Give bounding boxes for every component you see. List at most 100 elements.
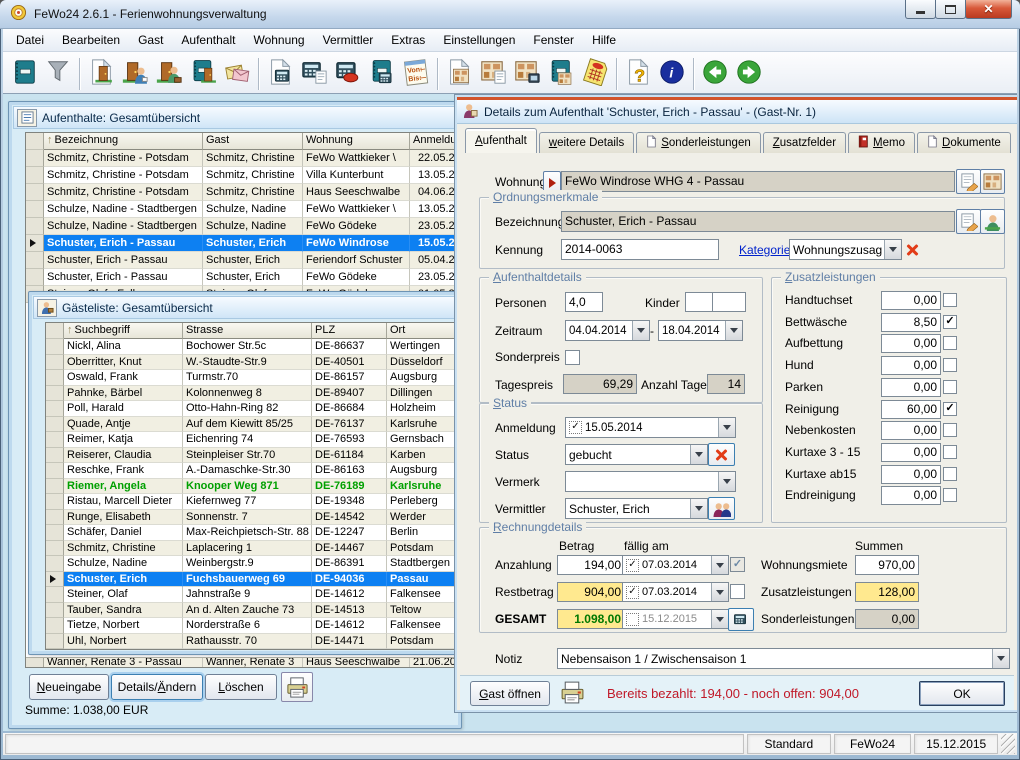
table-row[interactable]: Schäfer, DanielMax-Reichpietsch-Str. 88D… (46, 525, 459, 541)
zusatz-value-0[interactable]: 0,00 (881, 291, 941, 310)
column-header-anmeldung[interactable]: Anmeldung (410, 133, 457, 150)
toolbar-info-button[interactable]: i (655, 56, 689, 92)
print-details-button[interactable] (557, 678, 587, 706)
toolbar-filter-button[interactable] (41, 56, 75, 92)
status-clear-button[interactable] (708, 443, 735, 466)
zeitraum-von-combo[interactable]: 04.04.2014 (565, 320, 650, 341)
ok-button[interactable]: OK (919, 681, 1005, 706)
wohnung-field[interactable]: FeWo Windrose WHG 4 - Passau (561, 171, 955, 192)
toolbar-guest-checkout-button[interactable] (152, 56, 186, 92)
menu-item-wohnung[interactable]: Wohnung (244, 30, 313, 50)
resize-grip[interactable] (1001, 734, 1015, 754)
rechnung-date-combo-0[interactable]: ✓07.03.2014 (622, 555, 729, 575)
table-row[interactable]: Nickl, AlinaBochower Str.5cDE-86637Werti… (46, 339, 459, 355)
toolbar-invoice-new-button[interactable] (263, 56, 297, 92)
column-header-wohnung[interactable]: Wohnung (303, 133, 410, 150)
table-row[interactable]: Tauber, SandraAn d. Alten Zauche 73DE-14… (46, 603, 459, 619)
zusatz-checkbox-8[interactable] (943, 467, 957, 481)
zusatz-value-7[interactable]: 0,00 (881, 443, 941, 462)
zusatz-value-2[interactable]: 0,00 (881, 334, 941, 353)
table-row[interactable]: Pahnke, BärbelKolonnenweg 8DE-89407Dilli… (46, 386, 459, 402)
toolbar-occupancy-plan-button[interactable] (578, 56, 612, 92)
kategorie-clear-button[interactable] (901, 241, 923, 259)
menu-item-fenster[interactable]: Fenster (524, 30, 583, 50)
table-row[interactable]: Uhl, NorbertRathausstr. 70DE-14471Potsda… (46, 634, 459, 650)
toolbar-nav-forward-button[interactable] (732, 56, 766, 92)
menu-item-einstellungen[interactable]: Einstellungen (434, 30, 524, 50)
kategorie-link[interactable]: Kategorie (739, 243, 790, 257)
zusatz-value-8[interactable]: 0,00 (881, 465, 941, 484)
rechnung-date-combo-2[interactable]: 15.12.2015 (622, 609, 729, 629)
loeschen-button[interactable]: Löschen (205, 674, 277, 700)
table-row[interactable]: Schuster, Erich - PassauSchuster, ErichF… (26, 235, 456, 252)
toolbar-apartment-new-button[interactable] (442, 56, 476, 92)
bezeichnung-edit-button[interactable] (956, 209, 981, 234)
rechnung-sum-1[interactable]: 128,00 (855, 582, 919, 602)
close-button[interactable]: ✕ (965, 0, 1012, 19)
table-row[interactable]: Schmitz, Christine - PotsdamSchmitz, Chr… (26, 184, 456, 201)
print-list-button[interactable] (281, 672, 313, 702)
kinder-field-2[interactable] (712, 292, 746, 312)
column-header-strasse[interactable]: Strasse (183, 323, 312, 339)
table-row[interactable]: Schuster, ErichFuchsbauerweg 69DE-94036P… (46, 572, 459, 588)
table-row[interactable]: Schulze, Nadine - StadtbergenSchulze, Na… (26, 201, 456, 218)
table-row[interactable]: Riemer, AngelaKnooper Weg 871DE-76189Kar… (46, 479, 459, 495)
date-checkbox[interactable]: ✓ (626, 586, 639, 599)
table-row[interactable]: Schulze, NadineWeinbergstr.9DE-86391Stad… (46, 556, 459, 572)
toolbar-date-range-button[interactable]: Von:Bis: (399, 56, 433, 92)
table-row[interactable]: Schuster, Erich - PassauSchuster, ErichF… (26, 269, 456, 286)
zusatz-checkbox-5[interactable] (943, 402, 957, 416)
toolbar-guest-stay-book-button[interactable] (186, 56, 220, 92)
zusatz-checkbox-2[interactable] (943, 336, 957, 350)
column-header-ort[interactable]: Ort (387, 323, 460, 339)
table-row[interactable]: Tietze, NorbertNorderstraße 6DE-14612Fal… (46, 618, 459, 634)
table-row[interactable]: Runge, ElisabethSonnenstr. 7DE-14542Werd… (46, 510, 459, 526)
table-row[interactable]: Schmitz, Christine - PotsdamSchmitz, Chr… (26, 150, 456, 167)
table-row[interactable]: Oswald, FrankTurmstr.70DE-86157Augsburg (46, 370, 459, 386)
rechnung-betrag-2[interactable]: 1.098,00 (557, 609, 625, 629)
rechnung-betrag-0[interactable]: 194,00 (557, 555, 625, 575)
sonderpreis-checkbox[interactable] (565, 350, 580, 365)
rechnung-side-checkbox-1[interactable] (730, 584, 745, 599)
column-header-bezeichnung[interactable]: ↑Bezeichnung (44, 133, 203, 150)
toolbar-address-book-button[interactable] (7, 56, 41, 92)
aufenthalte-titlebar[interactable]: Aufenthalte: Gesamtübersicht (13, 106, 457, 129)
date-checkbox[interactable]: ✓ (626, 559, 639, 572)
status-combo[interactable]: gebucht (565, 444, 708, 465)
tab-dokumente[interactable]: Dokumente (917, 132, 1011, 153)
table-row[interactable]: Ristau, Marcell DieterKiefernweg 77DE-19… (46, 494, 459, 510)
table-row[interactable]: Schuster, Erich - PassauSchuster, ErichF… (26, 252, 456, 269)
dropdown-arrow-icon[interactable] (711, 610, 728, 628)
dropdown-arrow-icon[interactable] (711, 556, 728, 574)
toolbar-apartment-edit-button[interactable] (476, 56, 510, 92)
dropdown-arrow-icon[interactable] (690, 499, 707, 518)
vermerk-combo[interactable] (565, 471, 736, 492)
rechnung-sum-0[interactable]: 970,00 (855, 555, 919, 575)
menu-item-vermittler[interactable]: Vermittler (314, 30, 383, 50)
zeitraum-bis-combo[interactable]: 18.04.2014 (658, 320, 743, 341)
tab-memo[interactable]: Memo (848, 132, 915, 153)
dialog-titlebar[interactable]: Details zum Aufenthalt 'Schuster, Erich … (457, 100, 1017, 124)
gast-oeffnen-button[interactable]: Gast öffnen (470, 681, 550, 706)
dropdown-arrow-icon[interactable] (718, 418, 735, 437)
toolbar-invoice-storno-button[interactable] (331, 56, 365, 92)
table-row[interactable]: Schmitz, Christine - PotsdamSchmitz, Chr… (26, 167, 456, 184)
vermittler-combo[interactable]: Schuster, Erich (565, 498, 708, 519)
notiz-combo[interactable]: Nebensaison 1 / Zwischensaison 1 (557, 648, 1010, 669)
zusatz-checkbox-1[interactable] (943, 315, 957, 329)
dropdown-arrow-icon[interactable] (690, 445, 707, 464)
gaesteliste-table[interactable]: ↑SuchbegriffStrassePLZOrtNickl, AlinaBoc… (45, 322, 460, 650)
rechnung-betrag-1[interactable]: 904,00 (557, 582, 625, 602)
zusatz-value-1[interactable]: 8,50 (881, 313, 941, 332)
toolbar-apartment-book-button[interactable] (544, 56, 578, 92)
dropdown-arrow-icon[interactable] (725, 321, 742, 340)
menu-item-aufenthalt[interactable]: Aufenthalt (172, 30, 244, 50)
tab-aufenthalt[interactable]: Aufenthalt (465, 128, 537, 153)
restore-button[interactable] (935, 0, 966, 19)
menu-item-extras[interactable]: Extras (382, 30, 434, 50)
zusatz-checkbox-3[interactable] (943, 358, 957, 372)
dropdown-arrow-icon[interactable] (711, 583, 728, 601)
column-header-gast[interactable]: Gast (203, 133, 303, 150)
dropdown-arrow-icon[interactable] (632, 321, 649, 340)
bezeichnung-field[interactable]: Schuster, Erich - Passau (561, 211, 955, 232)
